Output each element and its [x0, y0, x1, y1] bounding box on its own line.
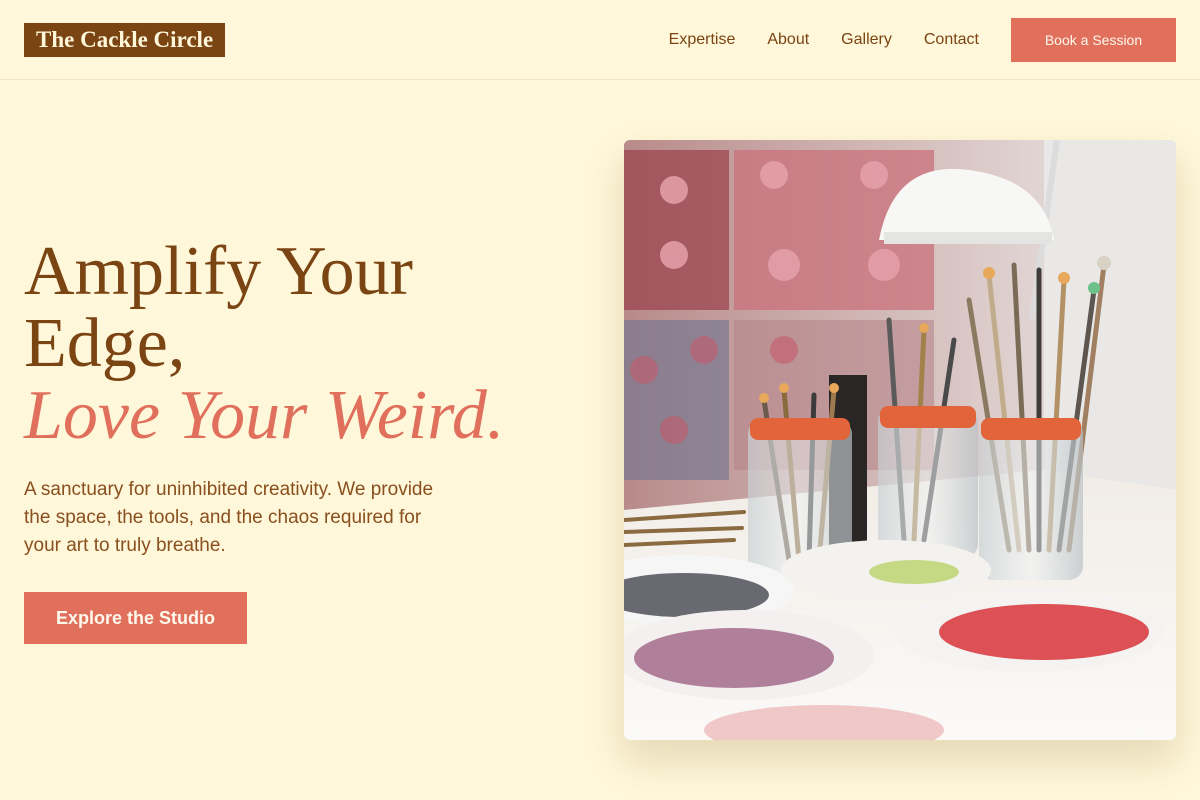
brand-logo[interactable]: The Cackle Circle — [24, 23, 226, 57]
nav-gallery[interactable]: Gallery — [841, 31, 892, 49]
studio-photo-illustration — [624, 140, 1176, 740]
hero-subtitle: A sanctuary for uninhibited creativity. … — [24, 479, 434, 556]
main-nav: Expertise About Gallery Contact Book a S… — [669, 18, 1176, 62]
studio-photo — [624, 140, 1176, 740]
book-session-button[interactable]: Book a Session — [1011, 18, 1176, 62]
nav-about[interactable]: About — [767, 31, 809, 49]
hero-title: Amplify Your Edge, Love Your Weird. — [24, 236, 584, 452]
explore-studio-button[interactable]: Explore the Studio — [24, 592, 247, 644]
site-header: The Cackle Circle Expertise About Galler… — [0, 0, 1200, 80]
hero-title-emphasis: Love Your Weird. — [24, 377, 505, 454]
nav-expertise[interactable]: Expertise — [669, 31, 736, 49]
nav-contact[interactable]: Contact — [924, 31, 979, 49]
hero-title-line2: Edge, — [24, 305, 186, 382]
hero-title-line1: Amplify Your — [24, 233, 413, 310]
